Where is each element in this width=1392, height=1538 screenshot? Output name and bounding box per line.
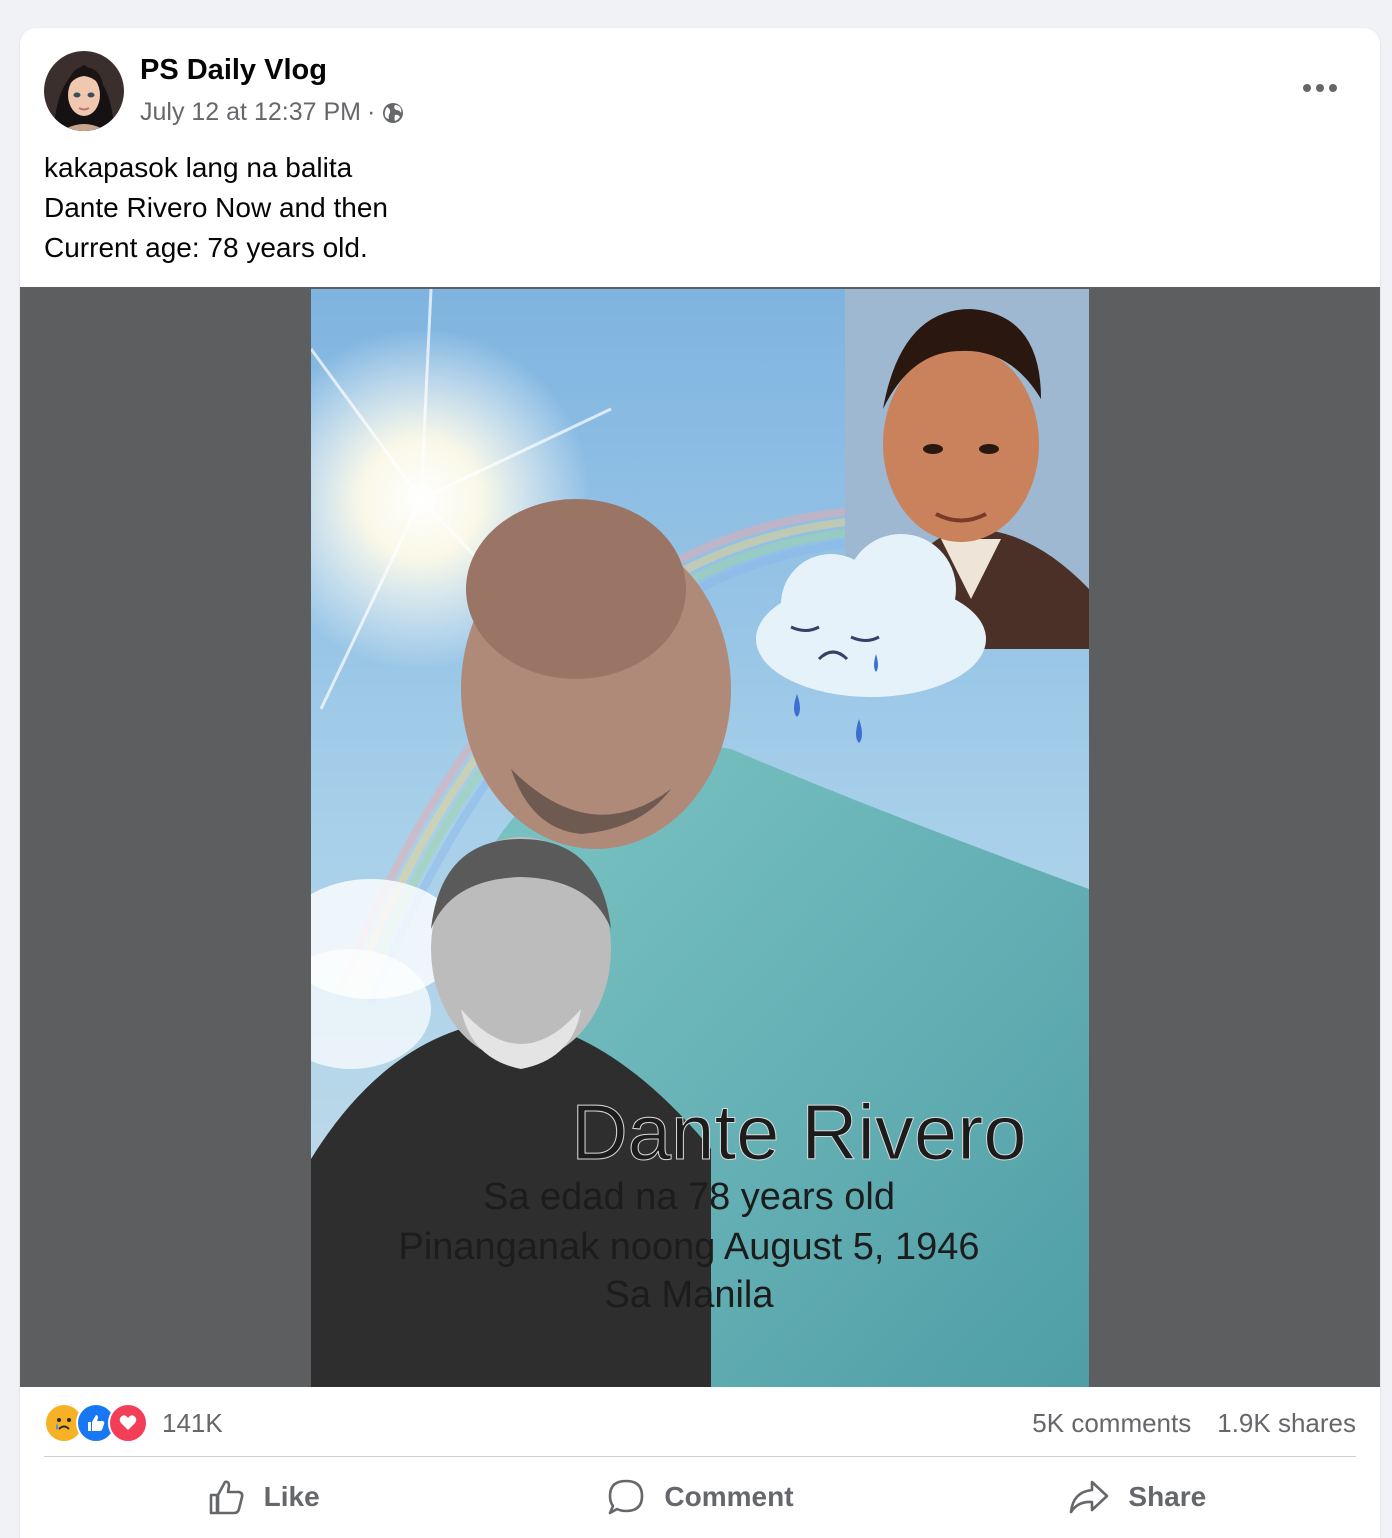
share-icon <box>1070 1480 1109 1514</box>
post-text-line: Dante Rivero Now and then <box>44 192 388 223</box>
like-icon <box>209 1480 244 1515</box>
comment-label: Comment <box>664 1481 794 1512</box>
like-label: Like <box>263 1481 320 1512</box>
reaction-count[interactable]: 141K <box>162 1408 223 1439</box>
post-meta: July 12 at 12:37 PM · <box>140 98 405 127</box>
image-caption-line: Sa edad na 78 years old <box>483 1176 895 1218</box>
image-caption-line: Pinanganak noong August 5, 1946 <box>398 1226 979 1268</box>
post-text: kakapasok lang na balita Dante Rivero No… <box>44 148 388 268</box>
more-options-button[interactable] <box>1290 68 1350 108</box>
love-reaction-icon <box>108 1403 148 1443</box>
share-button[interactable]: Share <box>919 1464 1356 1530</box>
comment-button[interactable]: Comment <box>481 1464 918 1530</box>
image-title: Dante Rivero <box>571 1088 1026 1176</box>
post-actions: Like Comment Share <box>44 1464 1356 1530</box>
more-dots-icon <box>1303 84 1337 92</box>
shares-count[interactable]: 1.9K shares <box>1217 1408 1356 1439</box>
share-label: Share <box>1128 1481 1207 1512</box>
author-name[interactable]: PS Daily Vlog <box>140 54 327 87</box>
divider <box>44 1456 1356 1457</box>
image-caption-line: Sa Manila <box>605 1274 775 1316</box>
post-photo[interactable]: Dante Rivero Sa edad na 78 years old Pin… <box>311 289 1089 1387</box>
comments-count[interactable]: 5K comments <box>1032 1408 1191 1439</box>
post-text-line: kakapasok lang na balita <box>44 152 353 183</box>
meta-separator: · <box>366 98 376 126</box>
reactions-bar: 141K 5K comments 1.9K shares <box>44 1398 1356 1448</box>
author-avatar[interactable] <box>44 51 124 131</box>
post-text-line: Current age: 78 years old. <box>44 232 368 263</box>
engagement-counts: 5K comments 1.9K shares <box>1032 1408 1356 1439</box>
reaction-icons[interactable] <box>44 1403 148 1443</box>
post-media: Dante Rivero Sa edad na 78 years old Pin… <box>20 287 1380 1387</box>
post-timestamp[interactable]: July 12 at 12:37 PM <box>140 98 361 127</box>
globe-icon[interactable] <box>381 101 405 125</box>
post-card: PS Daily Vlog July 12 at 12:37 PM · kaka… <box>20 28 1380 1538</box>
like-button[interactable]: Like <box>44 1464 481 1530</box>
comment-icon <box>609 1479 644 1515</box>
